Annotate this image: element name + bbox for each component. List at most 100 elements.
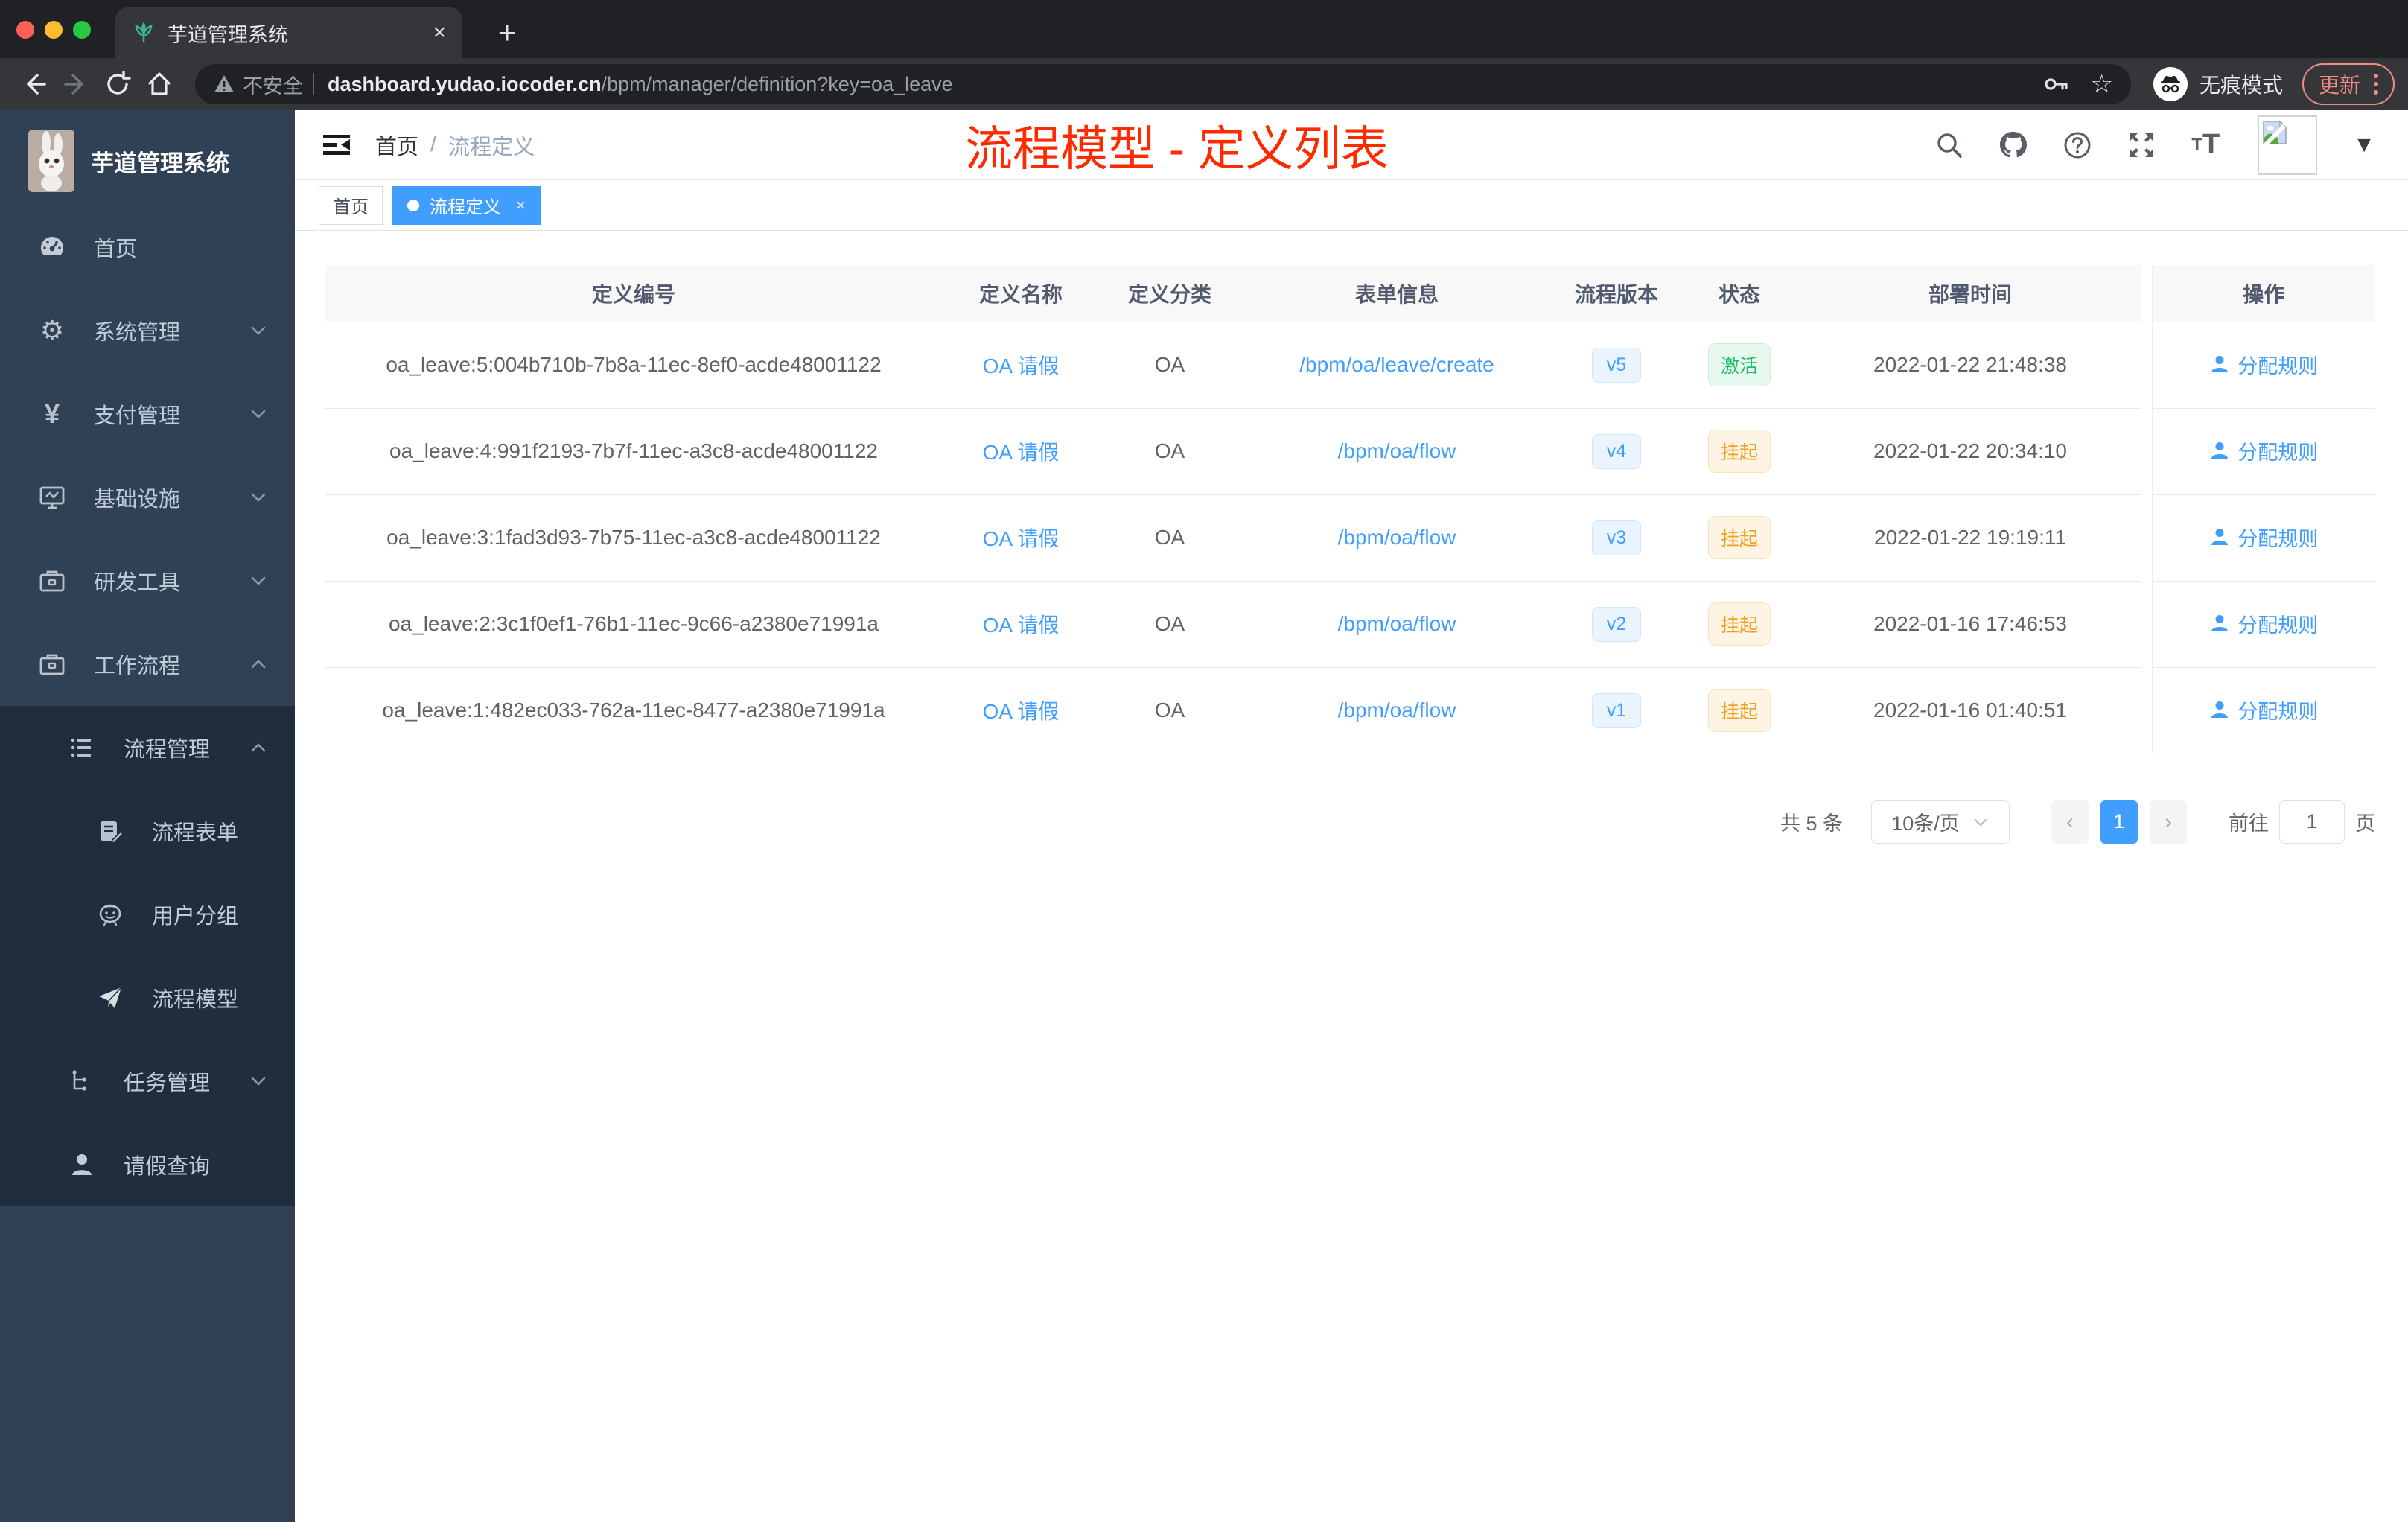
column-header: 状态 bbox=[1680, 265, 1799, 322]
sidebar-item-user-group[interactable]: 用户分组 bbox=[0, 873, 295, 956]
bookmark-star-icon[interactable]: ☆ bbox=[2090, 69, 2112, 99]
window-controls[interactable] bbox=[16, 21, 91, 39]
definition-name-link[interactable]: OA 请假 bbox=[983, 441, 1060, 464]
goto-page-input[interactable] bbox=[2279, 800, 2345, 844]
column-header: 流程版本 bbox=[1553, 265, 1680, 322]
tag-close-icon[interactable]: × bbox=[516, 196, 526, 215]
sidebar-item-payment[interactable]: ¥ 支付管理 bbox=[0, 372, 295, 456]
sidebar: 芋道管理系统 首页 ⚙ 系统管理 ¥ 支付管理 基础设施 研发工具 工作流程 流… bbox=[0, 110, 295, 1522]
fullscreen-icon[interactable] bbox=[2122, 126, 2161, 165]
table-row: oa_leave:4:991f2193-7b7f-11ec-a3c8-acde4… bbox=[325, 408, 2375, 495]
form-info-link[interactable]: /bpm/oa/flow bbox=[1338, 698, 1456, 722]
definition-name-link[interactable]: OA 请假 bbox=[983, 354, 1060, 378]
cell-spacer bbox=[2141, 408, 2152, 494]
assign-rule-button[interactable]: 分配规则 bbox=[2209, 523, 2318, 552]
form-info-link[interactable]: /bpm/oa/leave/create bbox=[1299, 353, 1494, 376]
security-warning-icon[interactable] bbox=[213, 73, 235, 95]
assign-rule-button[interactable]: 分配规则 bbox=[2209, 436, 2318, 465]
sidebar-item-process-form[interactable]: 流程表单 bbox=[0, 789, 295, 873]
tag-process-definition[interactable]: 流程定义 × bbox=[392, 185, 541, 225]
user-icon bbox=[2211, 356, 2229, 373]
home-button[interactable] bbox=[138, 63, 180, 105]
content-area: 定义编号 定义名称 定义分类 表单信息 流程版本 状态 部署时间 操作 oa_l… bbox=[295, 231, 2408, 844]
browser-tab[interactable]: 芋道管理系统 × bbox=[115, 7, 462, 58]
favicon-plant-icon bbox=[132, 21, 156, 45]
table-row: oa_leave:2:3c1f0ef1-76b1-11ec-9c66-a2380… bbox=[325, 581, 2375, 668]
sidebar-item-home[interactable]: 首页 bbox=[0, 206, 295, 289]
sidebar-item-label: 支付管理 bbox=[94, 404, 181, 428]
definition-id-cell: oa_leave:1:482ec033-762a-11ec-8477-a2380… bbox=[325, 667, 943, 754]
sidebar-item-devtools[interactable]: 研发工具 bbox=[0, 539, 295, 623]
status-badge: 挂起 bbox=[1708, 430, 1771, 473]
breadcrumb-current: 流程定义 bbox=[448, 135, 535, 159]
reload-button[interactable] bbox=[97, 63, 138, 105]
sidebar-brand[interactable]: 芋道管理系统 bbox=[0, 110, 295, 206]
sidebar-item-process-model[interactable]: 流程模型 bbox=[0, 956, 295, 1039]
breadcrumb-home[interactable]: 首页 bbox=[375, 130, 418, 161]
security-label[interactable]: 不安全 bbox=[243, 70, 303, 99]
version-cell: v3 bbox=[1553, 494, 1680, 582]
cell-spacer bbox=[2141, 581, 2152, 667]
sidebar-item-workflow[interactable]: 工作流程 bbox=[0, 623, 295, 706]
help-icon[interactable] bbox=[2058, 126, 2097, 165]
user-icon bbox=[2211, 529, 2229, 546]
avatar-caret-icon[interactable]: ▼ bbox=[2353, 133, 2375, 158]
actions-cell: 分配规则 bbox=[2151, 581, 2375, 668]
forward-button[interactable] bbox=[55, 63, 97, 105]
form-info-link[interactable]: /bpm/oa/flow bbox=[1338, 526, 1456, 549]
search-icon[interactable] bbox=[1930, 126, 1969, 165]
new-tab-button[interactable]: + bbox=[488, 13, 526, 52]
table-row: oa_leave:5:004b710b-7b8a-11ec-8ef0-acde4… bbox=[325, 322, 2375, 409]
form-info-link[interactable]: /bpm/oa/flow bbox=[1338, 612, 1456, 635]
navbar: 首页 / 流程定义 流程模型 - 定义列表 T T ▼ bbox=[295, 110, 2408, 180]
chevron-down-icon bbox=[249, 1072, 268, 1091]
tab-close-icon[interactable]: × bbox=[433, 22, 446, 44]
definition-name-link[interactable]: OA 请假 bbox=[983, 700, 1060, 723]
font-size-icon[interactable]: TT bbox=[2186, 126, 2225, 165]
assign-rule-button[interactable]: 分配规则 bbox=[2209, 695, 2318, 725]
tag-home[interactable]: 首页 bbox=[319, 185, 383, 225]
yen-icon: ¥ bbox=[44, 398, 60, 429]
form-info-cell: /bpm/oa/leave/create bbox=[1240, 322, 1553, 409]
incognito-label: 无痕模式 bbox=[2199, 74, 2283, 97]
sidebar-item-leave-query[interactable]: 请假查询 bbox=[0, 1123, 295, 1206]
sidebar-item-system[interactable]: ⚙ 系统管理 bbox=[0, 289, 295, 372]
definition-id-cell: oa_leave:4:991f2193-7b7f-11ec-a3c8-acde4… bbox=[325, 408, 943, 495]
address-separator bbox=[313, 73, 314, 95]
form-info-link[interactable]: /bpm/oa/flow bbox=[1338, 439, 1456, 462]
version-badge: v4 bbox=[1592, 433, 1641, 469]
sidebar-item-task-management[interactable]: 任务管理 bbox=[0, 1039, 295, 1123]
close-window-button[interactable] bbox=[16, 21, 34, 39]
chevron-down-icon bbox=[249, 571, 268, 590]
passwords-key-icon[interactable] bbox=[2042, 71, 2069, 98]
sidebar-item-label: 用户分组 bbox=[152, 905, 239, 929]
sidebar-item-process-management[interactable]: 流程管理 bbox=[0, 706, 295, 789]
assign-rule-button[interactable]: 分配规则 bbox=[2209, 609, 2318, 638]
back-button[interactable] bbox=[13, 63, 55, 105]
next-page-button[interactable]: › bbox=[2150, 800, 2187, 844]
github-icon[interactable] bbox=[1994, 126, 2033, 165]
sidebar-item-infrastructure[interactable]: 基础设施 bbox=[0, 456, 295, 539]
minimize-window-button[interactable] bbox=[45, 21, 63, 39]
browser-menu-icon[interactable] bbox=[2374, 74, 2378, 95]
page-size-select[interactable]: 10条/页 bbox=[1871, 800, 2010, 844]
address-bar[interactable]: 不安全 dashboard.yudao.iocoder.cn/bpm/manag… bbox=[195, 64, 2131, 104]
prev-page-button[interactable]: ‹ bbox=[2051, 800, 2089, 844]
status-cell: 激活 bbox=[1680, 322, 1799, 409]
page-number-1[interactable]: 1 bbox=[2100, 800, 2138, 844]
update-label: 更新 bbox=[2318, 74, 2360, 97]
zoom-window-button[interactable] bbox=[73, 21, 91, 39]
update-button[interactable]: 更新 bbox=[2302, 63, 2395, 105]
status-badge: 挂起 bbox=[1708, 689, 1771, 732]
url-text[interactable]: dashboard.yudao.iocoder.cn/bpm/manager/d… bbox=[328, 73, 2042, 96]
tree-list-icon bbox=[66, 734, 98, 761]
definition-name-link[interactable]: OA 请假 bbox=[983, 614, 1060, 637]
org-tree-icon bbox=[66, 1068, 98, 1095]
avatar[interactable] bbox=[2258, 115, 2318, 175]
definition-name-link[interactable]: OA 请假 bbox=[983, 527, 1060, 550]
sidebar-collapse-icon[interactable] bbox=[319, 127, 354, 163]
assign-rule-button[interactable]: 分配规则 bbox=[2209, 350, 2318, 379]
status-cell: 挂起 bbox=[1680, 494, 1799, 582]
version-badge: v3 bbox=[1592, 520, 1641, 555]
form-info-cell: /bpm/oa/flow bbox=[1240, 581, 1553, 668]
